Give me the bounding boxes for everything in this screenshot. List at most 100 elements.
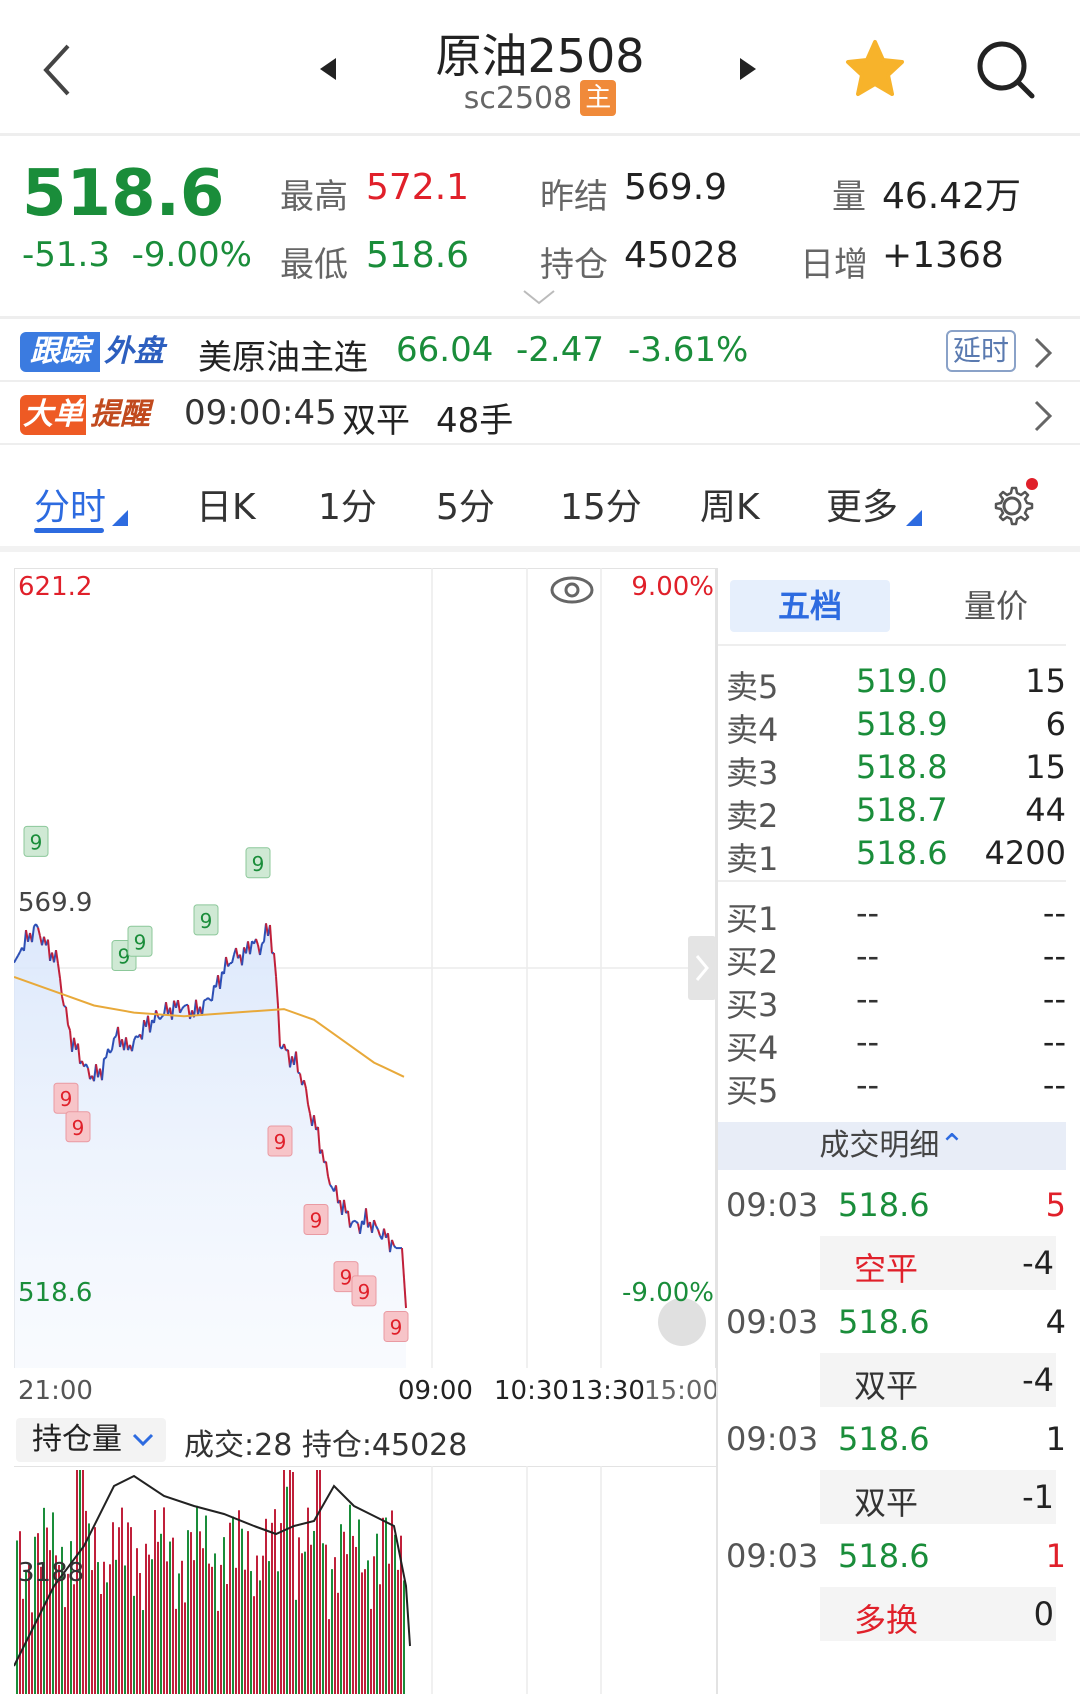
volume-bar — [178, 1573, 180, 1694]
volume-bar — [148, 1554, 150, 1694]
tab-order-book[interactable]: 五档 — [730, 580, 890, 632]
volume-bar — [316, 1470, 318, 1694]
bid-level[interactable]: 买3 -- -- — [726, 980, 1066, 1024]
tab-intraday[interactable]: 分时 — [34, 478, 106, 530]
tab-5min[interactable]: 5分 — [436, 478, 495, 530]
trade-oi-change: -4 — [1022, 1361, 1054, 1399]
volume-bar — [364, 1569, 366, 1694]
volume-bar — [88, 1523, 90, 1694]
level-label: 卖1 — [726, 840, 779, 878]
active-tab-indicator — [34, 528, 104, 533]
reminder-tag: 提醒 — [90, 397, 150, 432]
trade-time: 09:03 — [726, 1420, 819, 1458]
dropdown-corner-icon — [112, 510, 128, 526]
oi-selector-label: 持仓量 — [32, 1422, 122, 1457]
tab-volume-price[interactable]: 量价 — [936, 580, 1056, 632]
signal-marker-label: 9 — [134, 930, 147, 954]
intraday-chart[interactable]: 999999999999 621.2 569.9 518.6 9.00% -9.… — [14, 568, 719, 1694]
volume-bar — [403, 1580, 405, 1694]
x-label-1030: 10:30 — [494, 1376, 569, 1406]
volume-bar — [91, 1570, 93, 1694]
bid-level[interactable]: 买4 -- -- — [726, 1023, 1066, 1067]
tab-more[interactable]: 更多 — [826, 478, 898, 530]
contract-code: sc2508 主 — [0, 80, 1080, 116]
low-value: 518.6 — [366, 235, 470, 276]
tab-1min[interactable]: 1分 — [318, 478, 377, 530]
last-price: 518.6 — [22, 157, 225, 231]
expand-chevron-icon[interactable] — [522, 289, 556, 307]
trade-list: 09:03 518.6 5 空平 -4 09:03 518.6 4 双平 -4 09:03 518.6… — [716, 1178, 1066, 1694]
volume-bar — [181, 1560, 183, 1694]
volume-bar — [304, 1551, 306, 1694]
trade-row: 09:03 518.6 1 — [726, 1420, 1066, 1464]
ask-level[interactable]: 卖5 519.0 15 — [726, 662, 1066, 706]
signal-marker-label: 9 — [200, 909, 213, 933]
search-icon[interactable] — [974, 38, 1038, 102]
contract-code-text: sc2508 — [463, 81, 573, 116]
favorite-star-icon[interactable] — [844, 38, 906, 100]
big-order-alert-row[interactable]: 大单 提醒 09:00:45 双平 48手 — [0, 385, 1080, 445]
level-price: -- — [856, 1023, 880, 1061]
level-label: 卖3 — [726, 754, 779, 792]
volume-bar — [343, 1531, 345, 1694]
volume-bar — [391, 1510, 393, 1694]
trade-detail-header[interactable]: 成交明细⌃ — [718, 1122, 1066, 1170]
volume-bar — [199, 1531, 201, 1694]
volume-bar — [226, 1584, 228, 1694]
volume-bar — [103, 1561, 105, 1694]
bid-level[interactable]: 买2 -- -- — [726, 937, 1066, 981]
collapse-panel-handle[interactable] — [688, 936, 716, 1000]
volume-bar — [196, 1505, 198, 1694]
volume-bar — [190, 1532, 192, 1694]
volume-bar — [205, 1515, 207, 1694]
daily-increase-value: +1368 — [882, 235, 1004, 276]
volume-bar — [229, 1522, 231, 1694]
volume-bar — [328, 1619, 330, 1694]
ask-level[interactable]: 卖2 518.7 44 — [726, 791, 1066, 835]
volume-bar — [283, 1470, 285, 1694]
volume-bar — [145, 1543, 147, 1694]
trade-oi-change: -1 — [1022, 1478, 1054, 1516]
ask-level[interactable]: 卖3 518.8 15 — [726, 748, 1066, 792]
trade-qty: 1 — [1045, 1537, 1066, 1575]
volume-bar — [31, 1612, 33, 1694]
high-label: 最高 — [280, 177, 348, 217]
volume-bar — [274, 1509, 276, 1694]
bid-level[interactable]: 买1 -- -- — [726, 894, 1066, 938]
ask-level[interactable]: 卖1 518.6 4200 — [726, 834, 1066, 878]
volume-bar — [133, 1595, 135, 1694]
divider — [718, 644, 1066, 646]
volume-bar — [250, 1571, 252, 1694]
tab-daily-k[interactable]: 日K — [196, 478, 256, 530]
tab-15min[interactable]: 15分 — [560, 478, 642, 530]
volume-bar — [388, 1563, 390, 1694]
price-segment — [261, 941, 265, 945]
trade-detail-row: 多换 0 — [820, 1587, 1056, 1641]
volume-bar — [157, 1541, 159, 1694]
change-percent: -9.00% — [131, 235, 252, 275]
signal-marker-label: 9 — [310, 1209, 323, 1233]
volume-oi-chart — [14, 1466, 716, 1694]
volume-bar — [277, 1571, 279, 1694]
x-label-1330: 13:30 — [570, 1376, 645, 1406]
bid-level[interactable]: 买5 -- -- — [726, 1066, 1066, 1110]
oi-selector[interactable]: 持仓量 — [16, 1418, 166, 1462]
level-label: 买1 — [726, 900, 779, 938]
foreign-market-row[interactable]: 跟踪 外盘 美原油主连 66.04 -2.47 -3.61% 延时 — [0, 322, 1080, 382]
chevron-right-icon — [1034, 337, 1053, 369]
volume-bar — [106, 1582, 108, 1694]
level-label: 卖5 — [726, 668, 779, 706]
ask-level[interactable]: 卖4 518.9 6 — [726, 705, 1066, 749]
settings-gear-icon[interactable] — [988, 478, 1038, 528]
level-volume: -- — [1042, 980, 1066, 1018]
level-price: 519.0 — [856, 662, 948, 700]
volume-bar — [139, 1573, 141, 1694]
tab-weekly-k[interactable]: 周K — [700, 478, 760, 530]
level-volume: -- — [1042, 894, 1066, 932]
volume-bar — [127, 1522, 129, 1694]
alert-type: 双平 — [342, 401, 410, 441]
eye-icon[interactable] — [550, 576, 594, 604]
trade-time: 09:03 — [726, 1186, 819, 1224]
volume-bar — [121, 1507, 123, 1694]
next-contract-icon[interactable] — [736, 56, 758, 82]
